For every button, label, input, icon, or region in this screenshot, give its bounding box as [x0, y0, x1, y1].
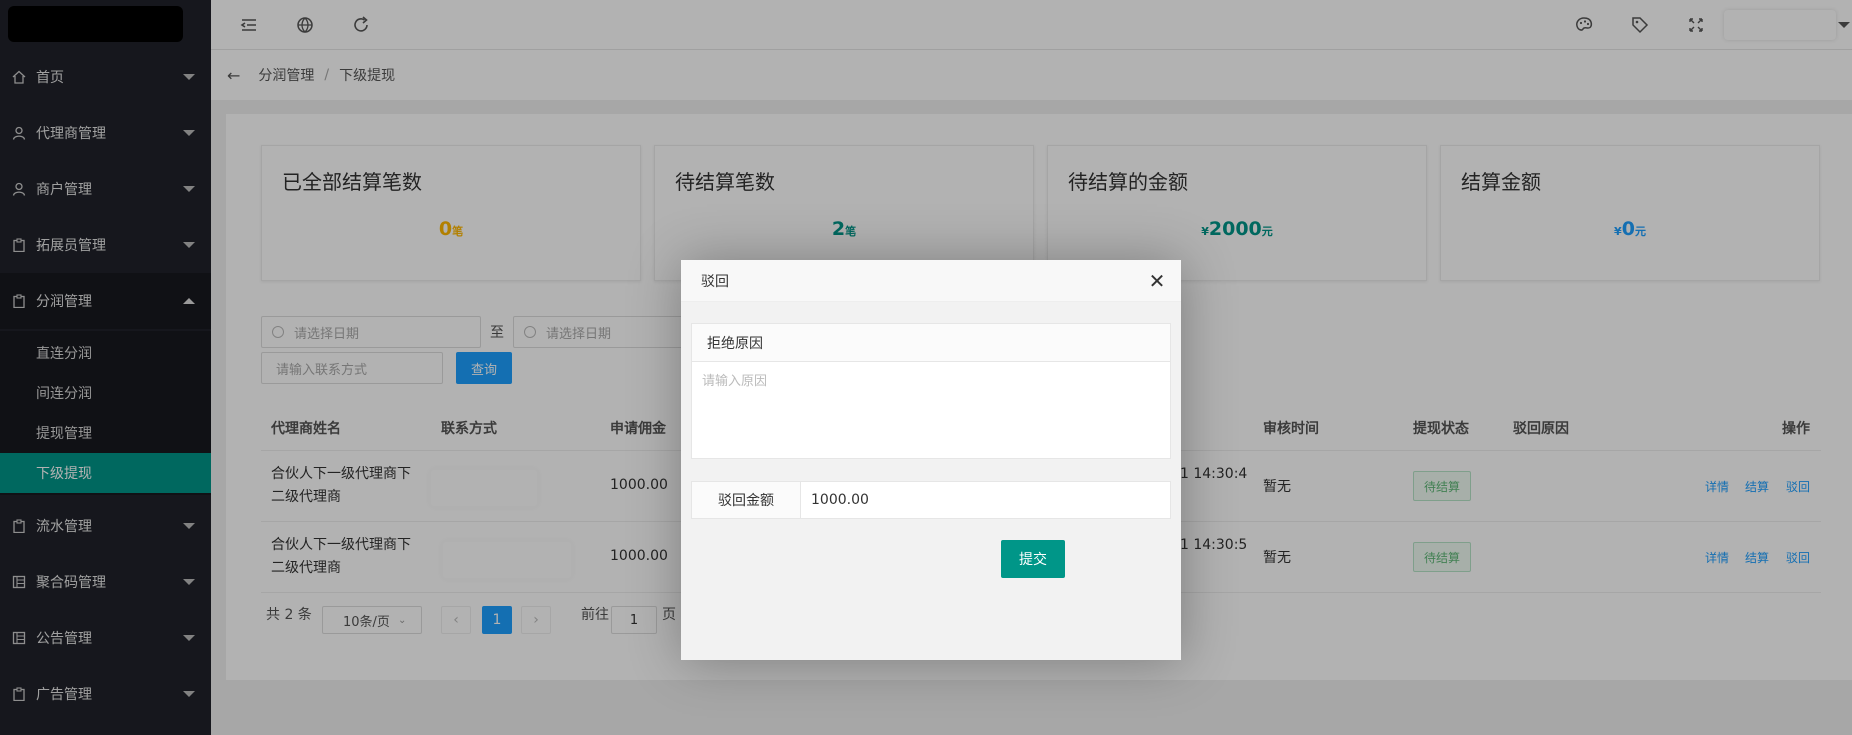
reject-amount-label: 驳回金额 [692, 482, 801, 518]
reject-amount-field: 驳回金额 1000.00 [691, 481, 1171, 519]
reject-dialog: 驳回 ✕ 拒绝原因 请输入原因 驳回金额 1000.00 提交 [681, 260, 1181, 660]
close-icon[interactable]: ✕ [1147, 271, 1167, 291]
reject-reason-field: 拒绝原因 请输入原因 [691, 323, 1171, 459]
submit-button[interactable]: 提交 [1001, 540, 1065, 578]
dialog-title: 驳回 [701, 273, 729, 290]
dialog-header: 驳回 [681, 260, 1181, 302]
reject-amount-input[interactable]: 1000.00 [801, 482, 1170, 518]
reject-reason-textarea[interactable]: 请输入原因 [692, 362, 1170, 458]
reject-reason-label: 拒绝原因 [692, 324, 1170, 362]
